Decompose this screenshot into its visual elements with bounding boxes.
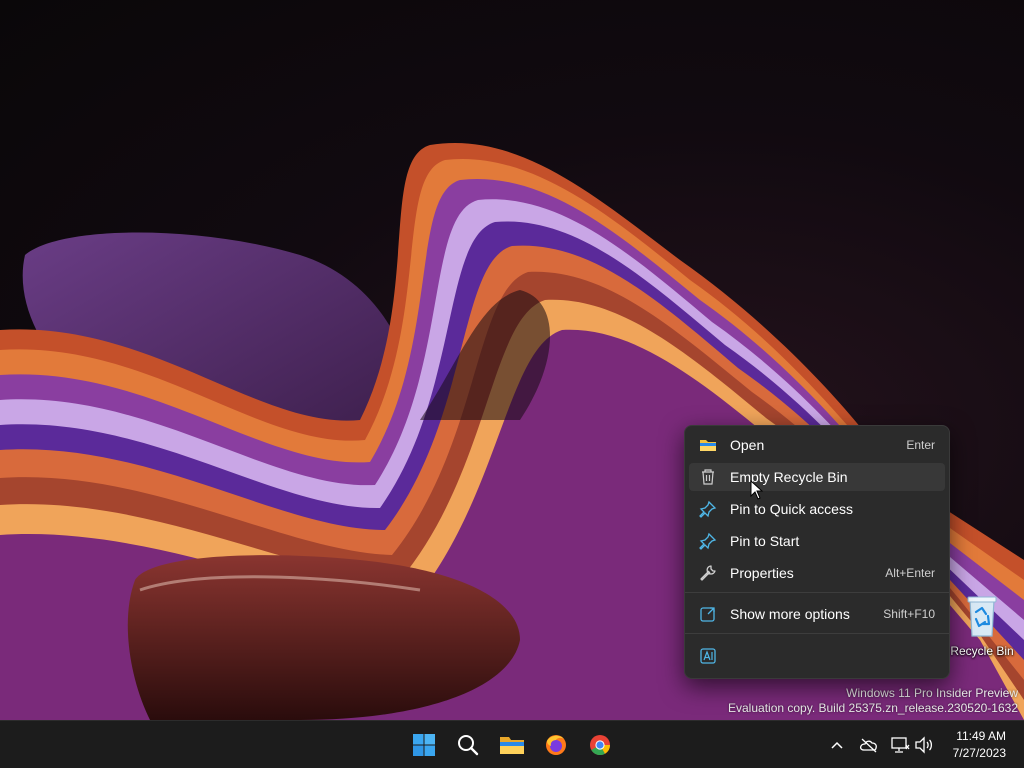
network-icon: [891, 737, 910, 753]
translate-icon: [698, 646, 718, 666]
share-icon: [698, 604, 718, 624]
pin-icon: [698, 531, 718, 551]
menu-item-accelerator: Alt+Enter: [885, 566, 935, 580]
menu-separator: [685, 633, 949, 634]
menu-separator: [685, 592, 949, 593]
clock-date: 7/27/2023: [952, 746, 1006, 760]
volume-button[interactable]: [914, 735, 934, 755]
menu-item-label: Open: [730, 437, 765, 453]
mouse-cursor-icon: [750, 480, 764, 500]
taskbar: 11:49 AM 7/27/2023: [0, 720, 1024, 768]
menu-item-label: Properties: [730, 565, 794, 581]
pin-icon: [698, 499, 718, 519]
chrome-button[interactable]: [582, 727, 618, 763]
menu-item-empty-recycle-bin[interactable]: Empty Recycle Bin: [689, 463, 945, 491]
search-button[interactable]: [450, 727, 486, 763]
file-explorer-button[interactable]: [494, 727, 530, 763]
onedrive-status-button[interactable]: [859, 735, 879, 755]
menu-item-pin-to-start[interactable]: Pin to Start: [689, 527, 945, 555]
wrench-icon: [698, 563, 718, 583]
recycle-bin-icon: [962, 594, 1002, 638]
recycle-bin-desktop-icon[interactable]: Recycle Bin: [944, 594, 1020, 664]
folder-icon: [698, 435, 718, 455]
menu-item-label: Pin to Quick access: [730, 501, 853, 517]
trash-icon: [698, 467, 718, 487]
menu-item-translate[interactable]: [689, 642, 945, 670]
evaluation-watermark: Windows 11 Pro Insider Preview Evaluatio…: [728, 686, 1018, 716]
start-button[interactable]: [406, 727, 442, 763]
clock-time: 11:49 AM: [956, 729, 1006, 743]
volume-icon: [915, 736, 933, 754]
firefox-button[interactable]: [538, 727, 574, 763]
watermark-line1: Windows 11 Pro Insider Preview: [846, 686, 1018, 700]
menu-item-properties[interactable]: Properties Alt+Enter: [689, 559, 945, 587]
taskbar-clock[interactable]: 11:49 AM 7/27/2023: [953, 728, 1006, 762]
cloud-offline-icon: [859, 738, 877, 753]
chrome-icon: [590, 735, 611, 756]
start-icon: [413, 734, 435, 756]
recycle-bin-label: Recycle Bin: [950, 644, 1014, 658]
menu-item-label: Show more options: [730, 606, 850, 622]
context-menu: Open Enter Empty Recycle Bin Pin to Quic…: [684, 425, 950, 679]
menu-item-label: Pin to Start: [730, 533, 800, 549]
menu-item-open[interactable]: Open Enter: [689, 431, 945, 459]
file-explorer-icon: [500, 737, 524, 754]
show-hidden-icons-button[interactable]: [827, 735, 847, 755]
menu-item-show-more-options[interactable]: Show more options Shift+F10: [689, 600, 945, 628]
watermark-line2: Evaluation copy. Build 25375.zn_release.…: [728, 701, 1018, 715]
menu-item-accelerator: Shift+F10: [883, 607, 935, 621]
network-button[interactable]: [890, 735, 910, 755]
chevron-up-icon: [831, 741, 843, 749]
firefox-icon: [546, 735, 566, 755]
menu-item-pin-quick-access[interactable]: Pin to Quick access: [689, 495, 945, 523]
menu-item-accelerator: Enter: [906, 438, 935, 452]
search-icon: [458, 735, 479, 756]
